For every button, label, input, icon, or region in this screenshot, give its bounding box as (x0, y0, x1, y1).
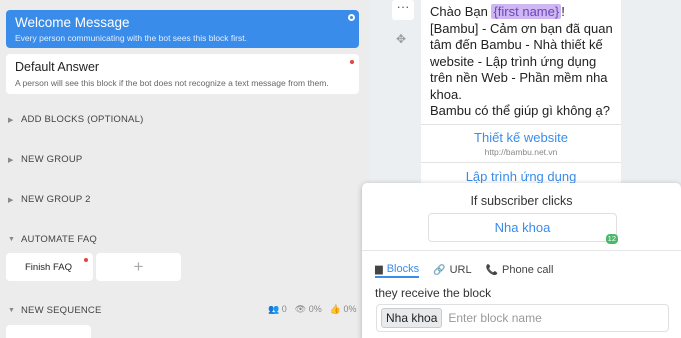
selected-block-chip[interactable]: Nha khoa (381, 308, 443, 328)
selected-indicator-icon (348, 14, 355, 21)
status-dot-icon (350, 60, 354, 64)
section-automate-faq[interactable]: ▼ AUTOMATE FAQ (8, 234, 97, 245)
message-button-2[interactable]: Lập trình ứng dụng (421, 169, 621, 184)
add-sequence-block[interactable] (6, 325, 91, 338)
section-new-sequence[interactable]: ▼ NEW SEQUENCE (8, 305, 102, 316)
block-finish-faq[interactable]: Finish FAQ (6, 253, 93, 281)
caret-right-icon: ▶ (8, 116, 14, 124)
block-description: A person will see this block if the bot … (15, 78, 329, 88)
action-tabs: ▆ Blocks 🔗 URL 📞 Phone call (375, 263, 553, 278)
section-add-blocks[interactable]: ▶ ADD BLOCKS (OPTIONAL) (8, 114, 143, 125)
thumb-icon: 👍 (329, 304, 341, 314)
eye-icon: 👁 (294, 304, 307, 314)
divider (421, 162, 621, 163)
block-default-answer[interactable]: Default Answer A person will see this bl… (6, 54, 359, 94)
block-description: Every person communicating with the bot … (15, 33, 247, 43)
char-count-badge: 12 (605, 234, 618, 244)
message-button-1[interactable]: Thiết kế website (421, 130, 621, 145)
blocks-icon: ▆ (375, 263, 383, 275)
add-block-button[interactable]: + (96, 253, 181, 281)
more-options-button[interactable]: ··· (392, 0, 414, 20)
block-name-input[interactable]: Nha khoa Enter block name (376, 304, 669, 332)
block-name-placeholder: Enter block name (448, 311, 542, 325)
block-sidebar: Welcome Message Every person communicati… (0, 0, 370, 338)
divider (421, 124, 621, 125)
views-stat: 👁 0% (294, 304, 322, 314)
caret-down-icon: ▼ (8, 307, 16, 314)
button-title-input[interactable]: Nha khoa 12 (428, 213, 618, 244)
users-icon: 👥 (268, 304, 280, 314)
message-text[interactable]: Chào Bạn {first name}! [Bambu] - Cảm ơn … (430, 4, 620, 120)
receive-label: they receive the block (375, 286, 492, 300)
caret-down-icon: ▼ (8, 236, 16, 243)
tab-blocks[interactable]: ▆ Blocks (375, 263, 420, 278)
block-title: Default Answer (15, 60, 100, 74)
tab-url[interactable]: 🔗 URL (433, 263, 471, 278)
users-stat: 👥 0 (268, 304, 287, 314)
section-new-group[interactable]: ▶ NEW GROUP (8, 154, 82, 165)
phone-icon: 📞 (485, 264, 499, 276)
attribute-tag[interactable]: {first name} (491, 4, 562, 19)
caret-right-icon: ▶ (8, 156, 14, 164)
sequence-stats: 👥 0 👁 0% 👍 0% (268, 304, 356, 315)
tab-phone-call[interactable]: 📞 Phone call (486, 263, 554, 278)
divider (362, 250, 681, 251)
caret-right-icon: ▶ (8, 196, 14, 204)
drag-handle-icon[interactable]: ✥ (396, 32, 406, 46)
section-new-group-2[interactable]: ▶ NEW GROUP 2 (8, 194, 91, 205)
block-welcome-message[interactable]: Welcome Message Every person communicati… (6, 10, 359, 48)
likes-stat: 👍 0% (329, 304, 357, 314)
link-icon: 🔗 (433, 264, 446, 276)
popup-title: If subscriber clicks (470, 194, 573, 208)
status-dot-icon (84, 258, 88, 262)
block-title: Welcome Message (15, 15, 130, 30)
message-button-1-url: http://bambu.net.vn (484, 147, 558, 157)
button-settings-popup: If subscriber clicks Nha khoa 12 ▆ Block… (362, 183, 681, 338)
